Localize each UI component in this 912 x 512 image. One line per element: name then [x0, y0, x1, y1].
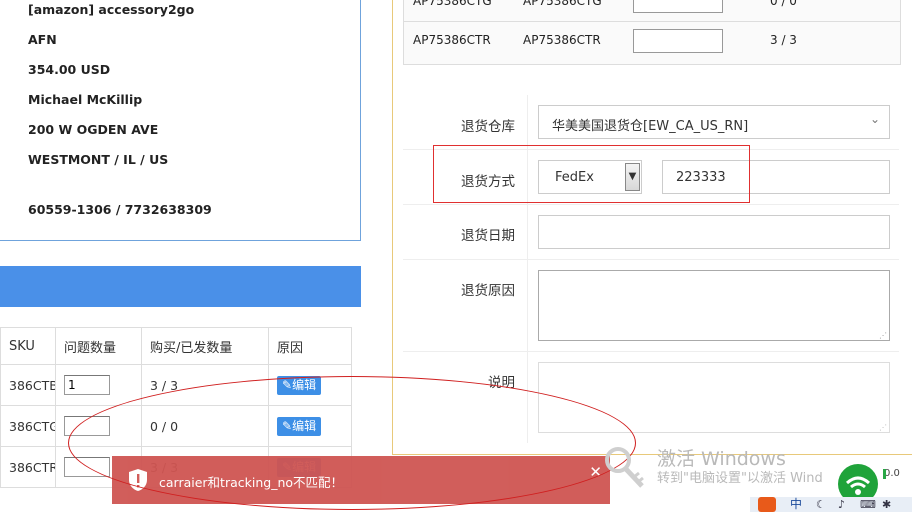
- taskbar: 中 ☾ ♪ ⌨ ✱: [750, 497, 912, 512]
- sku-cell: 386CTR: [0, 446, 56, 488]
- date-input[interactable]: [538, 215, 890, 249]
- keyboard-icon[interactable]: ⌨: [860, 498, 876, 511]
- key-icon: [605, 447, 644, 488]
- sogou-icon[interactable]: [758, 497, 776, 512]
- col-sku: SKU: [0, 327, 56, 365]
- col-issue-qty: 问题数量: [55, 327, 142, 365]
- resize-handle-icon[interactable]: ⋰: [879, 331, 887, 340]
- chevron-down-icon: ⌄: [869, 112, 880, 126]
- sku-cell: AP75386CTG: [523, 0, 602, 8]
- order-amount: 354.00 USD: [28, 62, 111, 77]
- sku-cell: AP75386CTR: [413, 33, 491, 47]
- warehouse-select[interactable]: 华美美国退货仓[EW_CA_US_RN] ⌄: [538, 105, 890, 139]
- mic-icon[interactable]: ♪: [838, 498, 845, 511]
- order-info-panel: [amazon] accessory2go AFN 354.00 USD Mic…: [0, 0, 361, 241]
- zip-phone: 60559-1306 / 7732638309: [28, 202, 212, 217]
- table-header-row: SKU 问题数量 购买/已发数量 原因: [0, 327, 352, 365]
- reason-textarea[interactable]: ⋰: [538, 270, 890, 341]
- shop-name: [amazon] accessory2go: [28, 2, 195, 17]
- warehouse-label: 退货仓库: [461, 119, 515, 135]
- annotation-ellipse: [68, 376, 636, 510]
- settings-icon[interactable]: ✱: [882, 498, 891, 511]
- activate-windows-subtitle: 转到"电脑设置"以激活 Wind: [657, 471, 823, 486]
- ratio-cell: 3 / 3: [770, 33, 797, 47]
- upload-bar: [883, 469, 886, 479]
- col-reason: 原因: [268, 327, 352, 365]
- section-header-bar: [0, 266, 361, 307]
- address-city: WESTMONT / IL / US: [28, 152, 169, 167]
- resize-handle-icon[interactable]: ⋰: [879, 423, 887, 432]
- fulfillment-channel: AFN: [28, 32, 57, 47]
- sku-cell: 386CTB: [0, 364, 56, 406]
- ime-indicator[interactable]: 中: [790, 495, 802, 512]
- sku-cell: 386CTG: [0, 405, 56, 447]
- ratio-cell: 0 / 0: [770, 0, 797, 8]
- reason-label: 退货原因: [461, 283, 515, 299]
- network-speed: 0.0: [884, 468, 900, 479]
- highlight-box: [433, 145, 750, 203]
- moon-icon[interactable]: ☾: [816, 498, 826, 511]
- sku-cell: AP75386CTR: [523, 33, 601, 47]
- table-row: AP75386CTG AP75386CTG 0 / 0: [404, 0, 900, 22]
- customer-name: Michael McKillip: [28, 92, 143, 107]
- date-label: 退货日期: [461, 228, 515, 244]
- table-row: AP75386CTR AP75386CTR 3 / 3: [404, 21, 900, 60]
- address-street: 200 W OGDEN AVE: [28, 122, 159, 137]
- warehouse-value: 华美美国退货仓[EW_CA_US_RN]: [552, 119, 749, 134]
- sku-qty-input[interactable]: [633, 0, 723, 13]
- sku-qty-input[interactable]: [633, 29, 723, 53]
- issue-qty-input[interactable]: [64, 375, 110, 395]
- sku-cell: AP75386CTG: [413, 0, 492, 8]
- col-bought-shipped: 购买/已发数量: [141, 327, 269, 365]
- qty-cell: [55, 364, 142, 406]
- sku-table: AP75386CTG AP75386CTG 0 / 0 AP75386CTR A…: [403, 0, 901, 65]
